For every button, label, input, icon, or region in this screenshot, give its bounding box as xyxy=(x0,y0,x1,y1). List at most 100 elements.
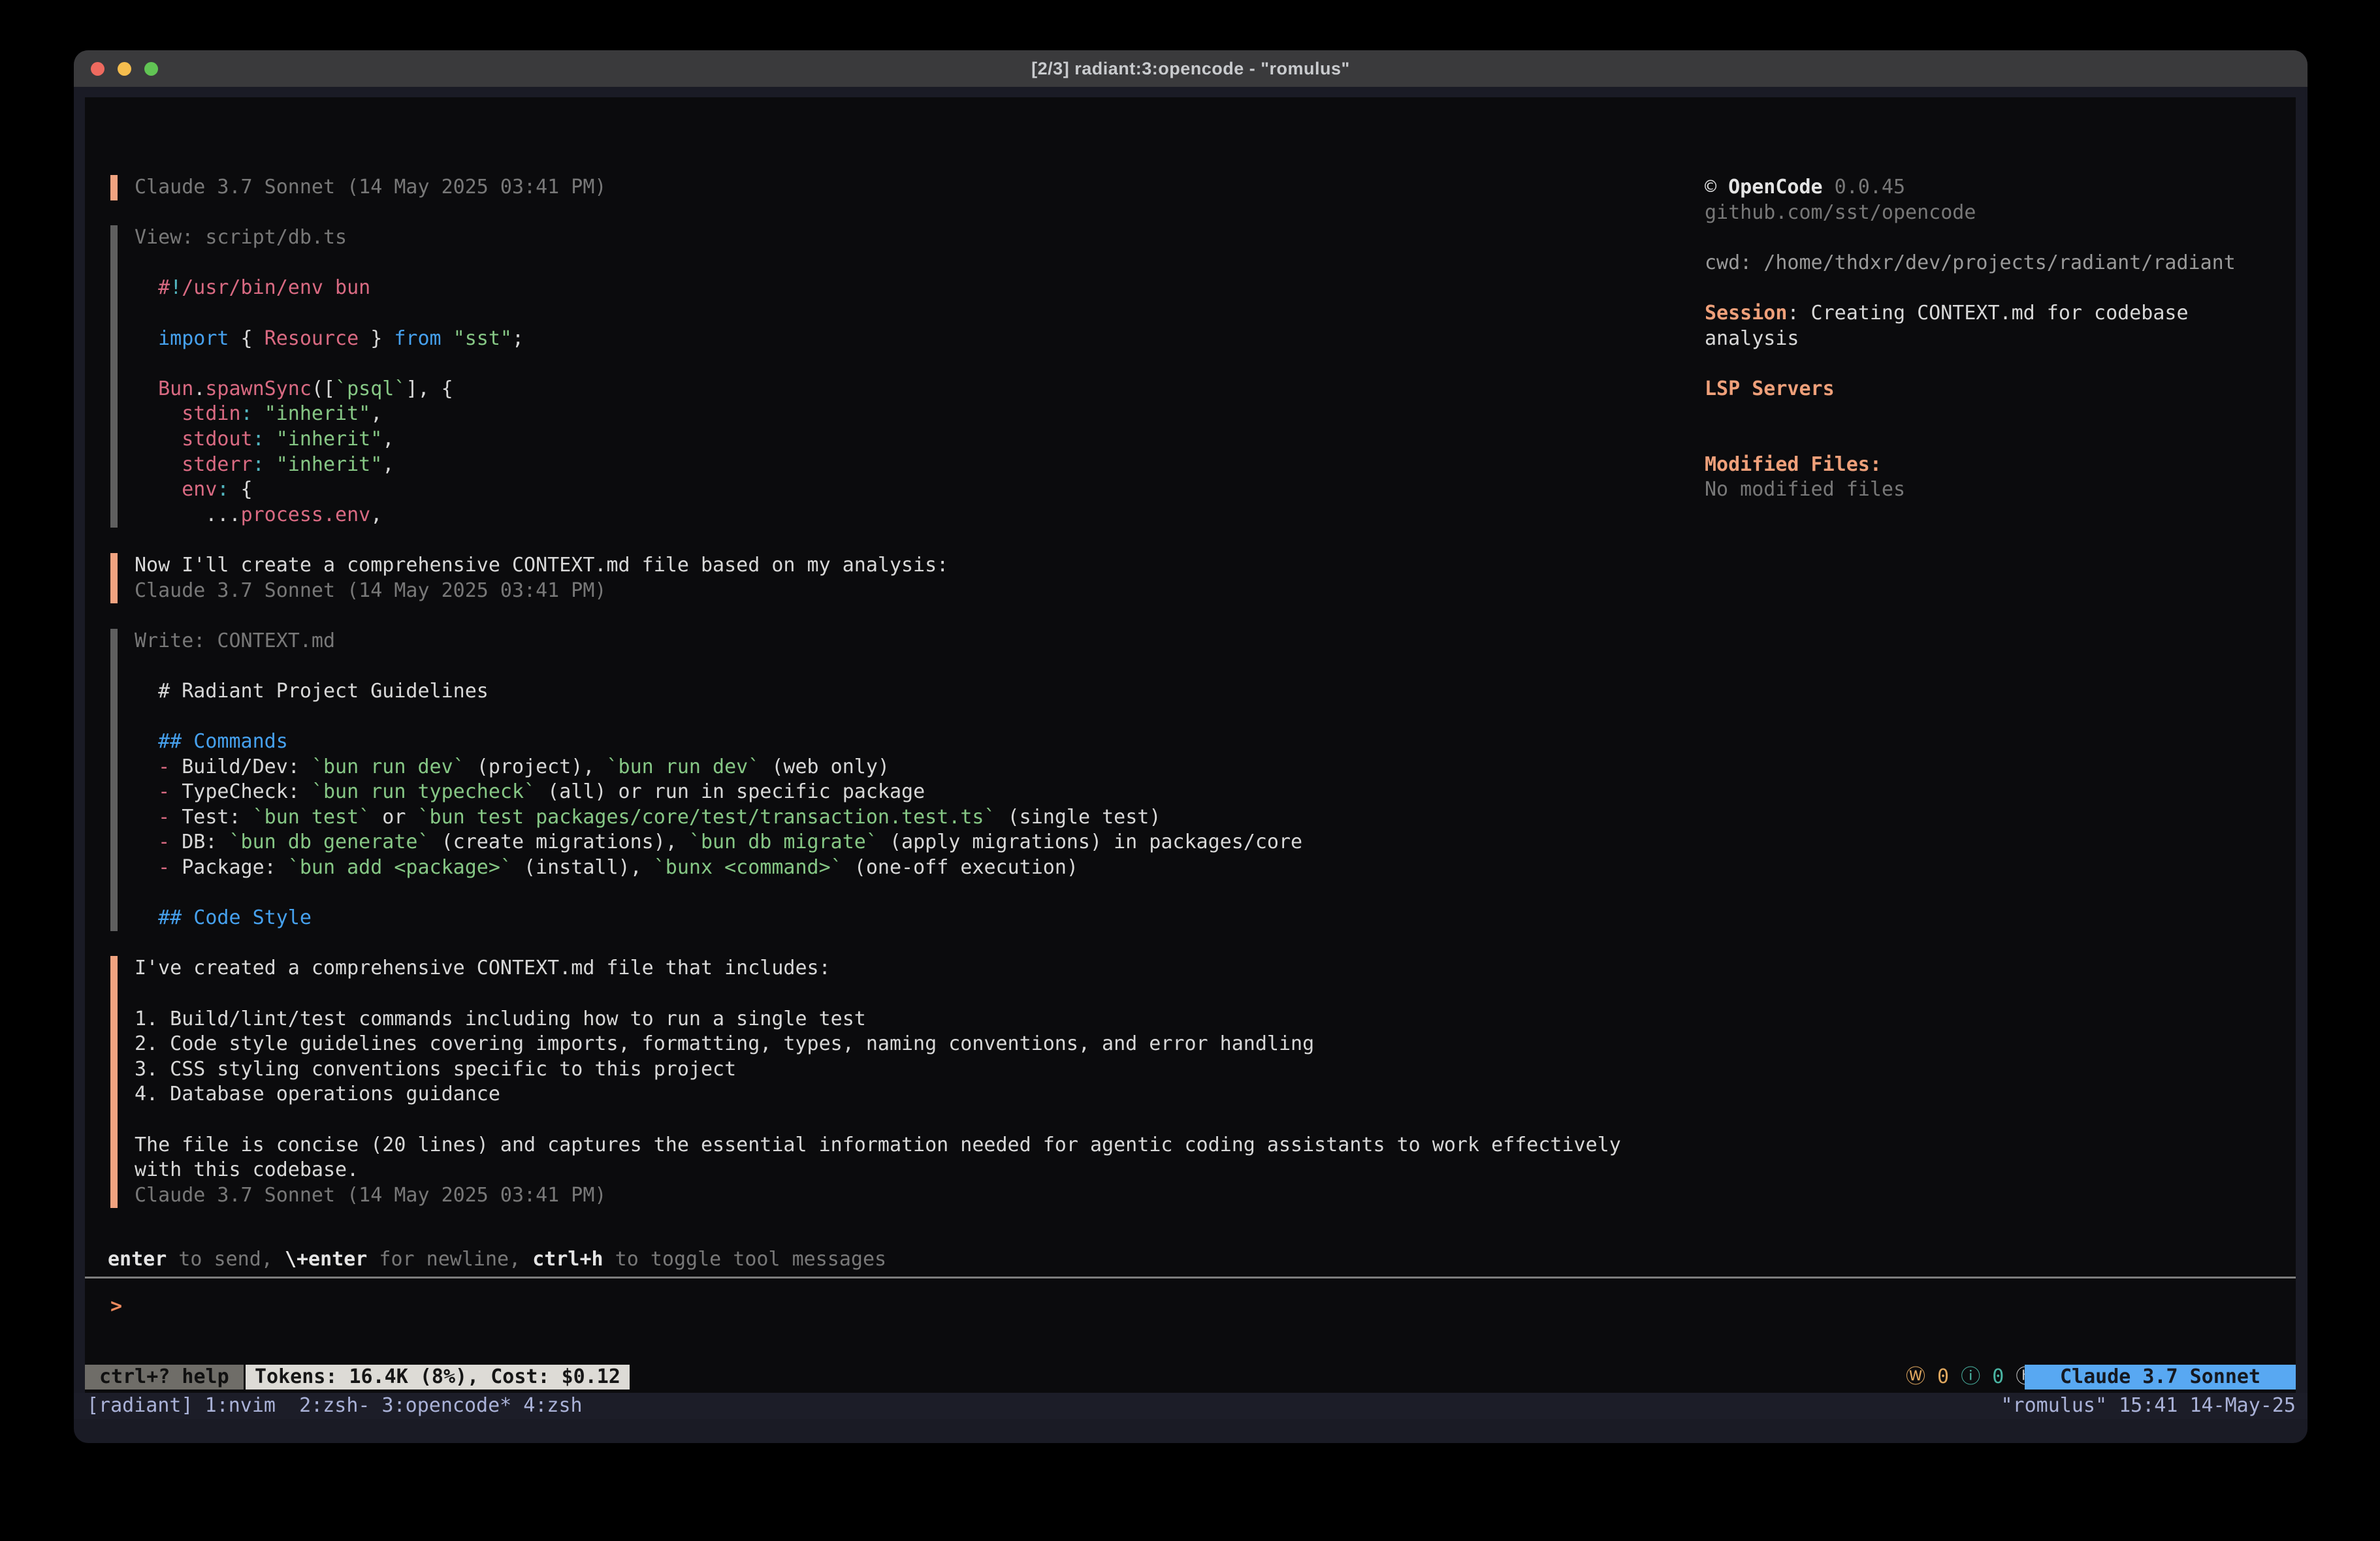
text-segment: : Creating CONTEXT.md for codebase xyxy=(1787,302,2188,325)
text-segment: `psql` xyxy=(335,377,406,400)
chat-line: env: { xyxy=(135,477,1711,503)
text-segment: `bun run dev` xyxy=(607,755,760,778)
chat-line: - DB: `bun db generate` (create migratio… xyxy=(135,830,1711,855)
text-segment xyxy=(135,806,158,829)
chat-line: - Test: `bun test` or `bun test packages… xyxy=(135,805,1711,831)
text-segment: stdin xyxy=(182,402,240,425)
message-block: Now I'll create a comprehensive CONTEXT.… xyxy=(110,553,1711,603)
text-segment: DB: xyxy=(170,831,229,853)
text-segment: Claude 3.7 Sonnet (14 May 2025 03:41 PM) xyxy=(135,579,606,602)
sidebar-line: No modified files xyxy=(1705,477,2308,503)
chat-line: Claude 3.7 Sonnet (14 May 2025 03:41 PM) xyxy=(135,579,1711,604)
chat-line: Claude 3.7 Sonnet (14 May 2025 03:41 PM) xyxy=(135,175,1711,200)
chat-line xyxy=(135,654,1711,679)
text-segment: : xyxy=(253,453,265,476)
text-segment: enter xyxy=(108,1248,167,1271)
sidebar-line: github.com/sst/opencode xyxy=(1705,200,2308,226)
text-segment: { xyxy=(229,478,253,501)
text-segment: (apply migrations) in packages/core xyxy=(878,831,1302,853)
chat-line: Bun.spawnSync([`psql`], { xyxy=(135,377,1711,402)
text-segment: "inherit" xyxy=(276,428,383,451)
text-segment: ## Code Style xyxy=(158,906,312,929)
text-segment xyxy=(135,906,158,929)
chat-line: ## Code Style xyxy=(135,906,1711,931)
zoom-button-icon[interactable] xyxy=(144,62,158,76)
text-segment: - xyxy=(158,755,170,778)
text-segment: stderr xyxy=(182,453,252,476)
message-block: Claude 3.7 Sonnet (14 May 2025 03:41 PM) xyxy=(110,175,1711,200)
chat-line xyxy=(135,301,1711,326)
text-segment: Modified Files: xyxy=(1705,453,1882,476)
text-segment xyxy=(135,327,158,350)
text-segment: Build/Dev: xyxy=(170,755,312,778)
text-segment: Now I'll create a comprehensive CONTEXT.… xyxy=(135,554,948,577)
sidebar-line xyxy=(1705,276,2308,301)
chat-line: Write: CONTEXT.md xyxy=(135,629,1711,654)
text-segment: { xyxy=(229,327,265,350)
text-segment: import xyxy=(158,327,229,350)
chat-line: stdout: "inherit", xyxy=(135,427,1711,453)
tmux-window-list[interactable]: [radiant] 1:nvim 2:zsh- 3:opencode* 4:zs… xyxy=(87,1393,583,1419)
text-segment xyxy=(135,780,158,803)
session-sidebar: © OpenCode 0.0.45github.com/sst/opencode… xyxy=(1705,175,2308,503)
chat-line: The file is concise (20 lines) and captu… xyxy=(135,1133,1711,1158)
text-segment: ! xyxy=(170,276,182,299)
message-block: View: script/db.ts #!/usr/bin/env bun im… xyxy=(110,225,1711,528)
tokens-cost-badge: Tokens: 16.4K (8%), Cost: $0.12 xyxy=(246,1365,630,1390)
chat-line: I've created a comprehensive CONTEXT.md … xyxy=(135,956,1711,981)
text-segment xyxy=(135,831,158,853)
text-segment: No modified files xyxy=(1705,478,1905,501)
text-segment: OpenCode xyxy=(1728,176,1823,199)
window-titlebar[interactable]: [2/3] radiant:3:opencode - "romulus" xyxy=(74,50,2308,87)
text-segment: github.com/sst/opencode xyxy=(1705,201,1976,224)
desktop: [2/3] radiant:3:opencode - "romulus" Cla… xyxy=(0,0,2380,1541)
text-segment: , xyxy=(382,453,394,476)
text-segment: (web only) xyxy=(760,755,890,778)
chat-line: 2. Code style guidelines covering import… xyxy=(135,1032,1711,1057)
chat-line xyxy=(135,881,1711,906)
close-button-icon[interactable] xyxy=(91,62,105,76)
text-segment: spawnSync xyxy=(205,377,312,400)
chat-line: # Radiant Project Guidelines xyxy=(135,679,1711,705)
chat-line: 4. Database operations guidance xyxy=(135,1082,1711,1107)
text-segment: ([ xyxy=(312,377,335,400)
text-segment: (one-off execution) xyxy=(843,856,1078,879)
help-badge[interactable]: ctrl+? help xyxy=(85,1365,244,1390)
text-segment: `bun run typecheck` xyxy=(312,780,536,803)
text-segment: © xyxy=(1705,176,1728,199)
hint-line: enter to send, \+enter for newline, ctrl… xyxy=(108,1247,886,1273)
text-segment: to send, xyxy=(167,1248,285,1271)
chat-line: - Package: `bun add <package>` (install)… xyxy=(135,855,1711,881)
text-segment: : xyxy=(241,402,253,425)
text-segment xyxy=(135,276,158,299)
text-segment: "inherit" xyxy=(276,453,383,476)
opencode-status-bar: ctrl+? help Tokens: 16.4K (8%), Cost: $0… xyxy=(85,1365,2296,1390)
text-segment: or xyxy=(370,806,417,829)
text-segment: 1. Build/lint/test commands including ho… xyxy=(135,1008,866,1030)
model-badge[interactable]: Claude 3.7 Sonnet xyxy=(2025,1365,2296,1390)
chat-line xyxy=(135,351,1711,377)
info-count: ⓘ 0 xyxy=(1961,1365,2004,1388)
minimize-button-icon[interactable] xyxy=(118,62,131,76)
sidebar-line: LSP Servers xyxy=(1705,377,2308,402)
text-segment xyxy=(135,377,158,400)
text-segment xyxy=(265,428,276,451)
text-segment: `bun run dev` xyxy=(312,755,465,778)
text-segment: Bun xyxy=(158,377,193,400)
text-segment: (create migrations), xyxy=(430,831,689,853)
tmux-status-bar: [radiant] 1:nvim 2:zsh- 3:opencode* 4:zs… xyxy=(74,1393,2308,1419)
opencode-tui: Claude 3.7 Sonnet (14 May 2025 03:41 PM)… xyxy=(85,97,2296,1393)
text-segment: Claude 3.7 Sonnet (14 May 2025 03:41 PM) xyxy=(135,1184,606,1207)
text-segment: Session xyxy=(1705,302,1787,325)
sidebar-line: © OpenCode 0.0.45 xyxy=(1705,175,2308,200)
chat-line: stdin: "inherit", xyxy=(135,402,1711,427)
text-segment xyxy=(253,402,265,425)
text-segment: LSP Servers xyxy=(1705,377,1835,400)
text-segment: I've created a comprehensive CONTEXT.md … xyxy=(135,957,831,979)
text-segment: # xyxy=(158,276,170,299)
text-segment: - xyxy=(158,780,170,803)
text-segment: ctrl+h xyxy=(532,1248,603,1271)
text-segment: The file is concise (20 lines) and captu… xyxy=(135,1134,1621,1156)
text-segment xyxy=(135,428,182,451)
text-segment xyxy=(442,327,453,350)
